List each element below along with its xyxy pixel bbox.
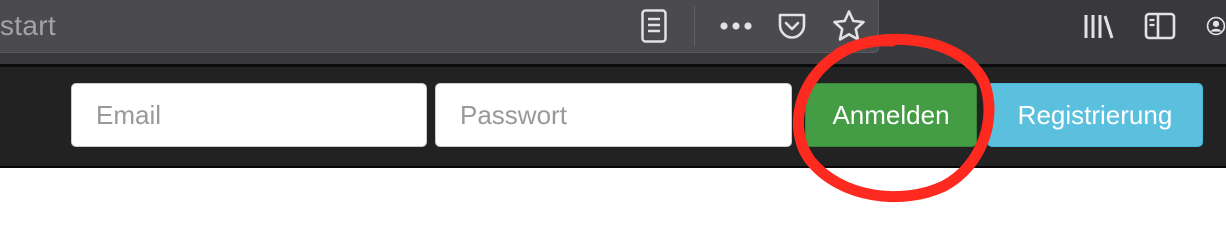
sidebar-icon[interactable] [1142, 8, 1178, 44]
login-button[interactable]: Anmelden [805, 83, 977, 147]
bookmark-star-icon[interactable] [830, 7, 868, 45]
pocket-icon[interactable] [774, 8, 810, 44]
reader-view-icon[interactable] [638, 6, 670, 46]
account-icon[interactable] [1206, 8, 1226, 44]
url-bar-separator [694, 6, 695, 46]
library-icon[interactable] [1080, 8, 1116, 44]
register-button-label: Registrierung [1017, 99, 1173, 130]
email-field[interactable] [71, 83, 427, 147]
browser-toolbar: start [0, 0, 1226, 64]
url-bar[interactable]: start [0, 0, 879, 53]
site-header-border [0, 166, 1226, 168]
more-icon[interactable] [717, 12, 755, 40]
url-text[interactable]: start [0, 9, 56, 43]
login-button-label: Anmelden [832, 99, 950, 130]
register-button[interactable]: Registrierung [987, 83, 1203, 147]
password-field[interactable] [435, 83, 792, 147]
